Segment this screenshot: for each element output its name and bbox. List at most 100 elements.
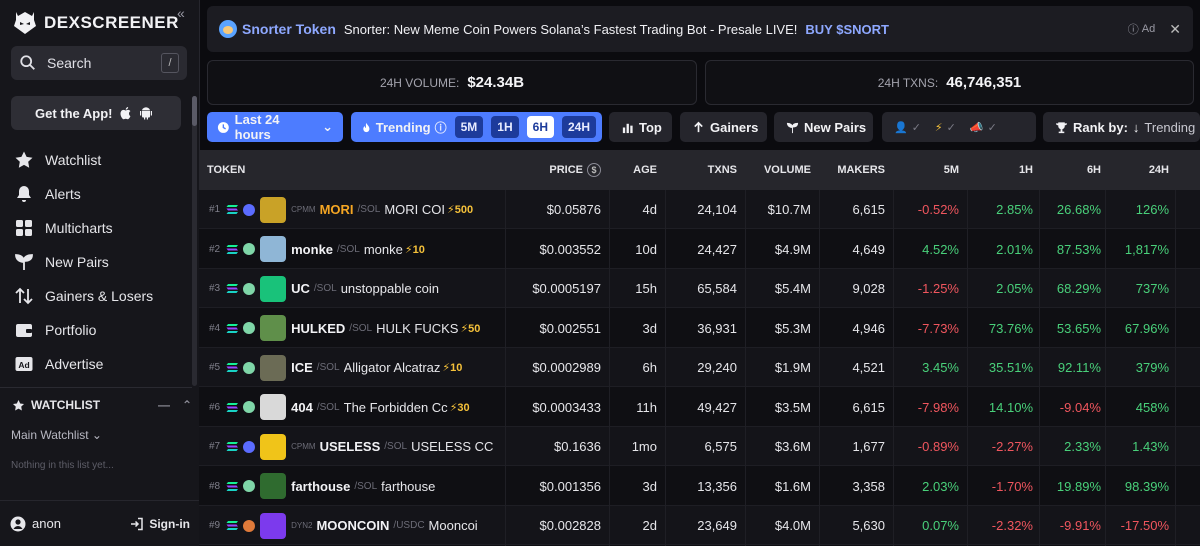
token-cell[interactable]: #5 ICE/SOL Alligator Alcatraz ⚡10 [209, 348, 503, 387]
pairs-table: TOKEN PRICE $ AGE TXNS VOLUME MAKERS 5M … [199, 150, 1200, 546]
app-root: DEXSCREENER « Search / Get the App! Watc… [0, 0, 1200, 546]
bar-chart-icon [622, 123, 633, 133]
col-token[interactable]: TOKEN [207, 150, 245, 190]
rank: #9 [209, 520, 221, 531]
table-row[interactable]: #6 404/SOL The Forbidden Cc ⚡30 $0.0003433 11… [199, 388, 1200, 427]
col-24h[interactable]: 24H [1105, 150, 1169, 190]
col-1h[interactable]: 1H [967, 150, 1033, 190]
logo-text: DEXSCREENER [44, 13, 179, 32]
sidebar-nav: Watchlist Alerts Multicharts New Pairs G… [14, 143, 190, 381]
get-app-button[interactable]: Get the App! [11, 96, 181, 130]
timeframe-select[interactable]: Last 24 hours ⌄ [207, 112, 343, 142]
sidebar-item-portfolio[interactable]: Portfolio [14, 313, 190, 347]
collapse-up-icon[interactable]: ⌃ [182, 398, 192, 412]
col-makers[interactable]: MAKERS [819, 150, 885, 190]
sprout-icon [786, 122, 799, 133]
price-cell: $0.002828 [539, 518, 601, 533]
token-name: USELESS CC [411, 439, 494, 454]
dex-icon [243, 322, 256, 334]
sidebar-item-advertise[interactable]: Ad Advertise [14, 347, 190, 381]
col-5m[interactable]: 5M [893, 150, 959, 190]
quote-symbol: /USDC [393, 520, 425, 531]
token-cell[interactable]: #4 HULKED/SOL HULK FUCKS ⚡50 [209, 309, 503, 348]
rank: #5 [209, 362, 221, 373]
table-row[interactable]: #9 DYN2 MOONCOIN/USDC Mooncoi $0.002828 2d 23,… [199, 506, 1200, 545]
dex-label: CPMM [291, 442, 316, 451]
watchlist-select[interactable]: Main Watchlist ⌄ [11, 428, 102, 442]
rank: #7 [209, 441, 221, 452]
close-icon[interactable]: ✕ [1169, 21, 1181, 38]
chip-24h[interactable]: 24H [561, 116, 596, 138]
collapse-sidebar-icon[interactable]: « [177, 5, 185, 21]
info-icon[interactable]: ⓘ [435, 119, 447, 136]
table-row[interactable]: #2 monke/SOL monke ⚡10 $0.003552 10d 24,427 $4.… [199, 230, 1200, 269]
user-menu[interactable]: anon [10, 516, 61, 532]
trending-filter[interactable]: Trending ⓘ 5M 1H 6H 24H [351, 112, 602, 142]
table-row[interactable]: #7 CPMM USELESS/SOL USELESS CC $0.1636 1mo 6,5… [199, 427, 1200, 466]
chip-5m[interactable]: 5M [454, 116, 484, 138]
sidebar-item-new-pairs[interactable]: New Pairs [14, 245, 190, 279]
table-row[interactable]: #8 farthouse/SOL farthouse $0.001356 3d 13,35… [199, 467, 1200, 506]
dollar-circle-icon[interactable]: $ [587, 163, 601, 177]
sidebar-scroll-thumb[interactable] [192, 96, 197, 126]
rank-by-value: Trending [1144, 119, 1196, 135]
ad-tag: ⓘ Ad [1128, 21, 1155, 37]
sidebar-scrollbar[interactable] [192, 96, 197, 386]
rank: #6 [209, 401, 221, 413]
token-name: The Forbidden Cc [343, 399, 448, 415]
ad-text[interactable]: Snorter: New Meme Coin Powers Solana’s F… [344, 22, 798, 37]
col-price[interactable]: PRICE $ [505, 150, 601, 190]
token-cell[interactable]: #8 farthouse/SOL farthouse [209, 467, 503, 506]
makers-cell: 6,615 [852, 202, 885, 217]
token-cell[interactable]: #3 UC/SOL unstoppable coin [209, 269, 503, 308]
chip-1h[interactable]: 1H [491, 116, 519, 138]
price-cell: $0.05876 [546, 202, 601, 217]
gainers-button[interactable]: Gainers [680, 112, 767, 142]
sidebar-item-label: Gainers & Losers [45, 288, 154, 304]
txns-cell: 13,356 [697, 478, 737, 494]
table-row[interactable]: #1 CPMM MORI/SOL MORI COI ⚡500 $0.05876 4d 24,1… [199, 190, 1200, 229]
token-cell[interactable]: #7 CPMM USELESS/SOL USELESS CC [209, 427, 503, 466]
token-cell[interactable]: #2 monke/SOL monke ⚡10 [209, 230, 503, 269]
chip-6h[interactable]: 6H [526, 116, 554, 138]
age-cell: 11h [636, 399, 657, 415]
table-row[interactable]: #4 HULKED/SOL HULK FUCKS ⚡50 $0.002551 3d 36,9… [199, 309, 1200, 348]
bolt-filter-icon[interactable]: ⚡ [935, 121, 943, 134]
token-logo [260, 275, 287, 302]
token-cell[interactable]: #9 DYN2 MOONCOIN/USDC Mooncoi [209, 506, 503, 545]
change-1h-cell: -2.27% [991, 439, 1033, 454]
change-5m-cell: -7.98% [917, 399, 959, 415]
minimize-icon[interactable]: — [158, 398, 170, 412]
new-pairs-button[interactable]: New Pairs [774, 112, 873, 142]
check-icon: ✓ [946, 121, 956, 134]
makers-cell: 4,521 [852, 360, 885, 375]
col-6h[interactable]: 6H [1039, 150, 1101, 190]
sidebar-item-gainers-losers[interactable]: Gainers & Losers [14, 279, 190, 313]
col-txns[interactable]: TXNS [665, 150, 737, 190]
logo[interactable]: DEXSCREENER [12, 10, 179, 36]
dex-icon [243, 480, 256, 492]
ad-cta-link[interactable]: BUY $SNORT [805, 22, 889, 37]
search-button[interactable]: Search / [11, 46, 187, 80]
megaphone-filter-icon[interactable]: 📣 [970, 121, 984, 134]
table-row[interactable]: #3 UC/SOL unstoppable coin $0.0005197 15h 65,… [199, 269, 1200, 308]
token-symbol: monke [291, 241, 334, 257]
top-button[interactable]: Top [609, 112, 672, 142]
rank-by-select[interactable]: Rank by: ↓ Trending [1043, 112, 1200, 142]
change-24h-cell: 1.43% [1132, 439, 1169, 454]
sidebar-item-watchlist[interactable]: Watchlist [14, 143, 190, 177]
ad-banner[interactable]: Snorter Token Snorter: New Meme Coin Pow… [207, 6, 1193, 52]
sign-in-button[interactable]: Sign-in [130, 517, 190, 531]
sidebar-item-multicharts[interactable]: Multicharts [14, 211, 190, 245]
sidebar-item-alerts[interactable]: Alerts [14, 177, 190, 211]
dex-icon [243, 282, 256, 295]
col-age[interactable]: AGE [609, 150, 657, 190]
ad-brand[interactable]: Snorter Token [242, 21, 336, 37]
price-cell: $0.1636 [554, 439, 601, 454]
table-row[interactable]: #5 ICE/SOL Alligator Alcatraz ⚡10 $0.0002989… [199, 348, 1200, 387]
profile-filter-icon[interactable]: 👤 [894, 121, 908, 134]
token-cell[interactable]: #1 CPMM MORI/SOL MORI COI ⚡500 [209, 190, 503, 229]
token-cell[interactable]: #6 404/SOL The Forbidden Cc ⚡30 [209, 388, 503, 427]
col-volume[interactable]: VOLUME [745, 150, 811, 190]
filter-toggles[interactable]: 👤 ✓ ⚡ ✓ 📣 ✓ [882, 112, 1036, 142]
